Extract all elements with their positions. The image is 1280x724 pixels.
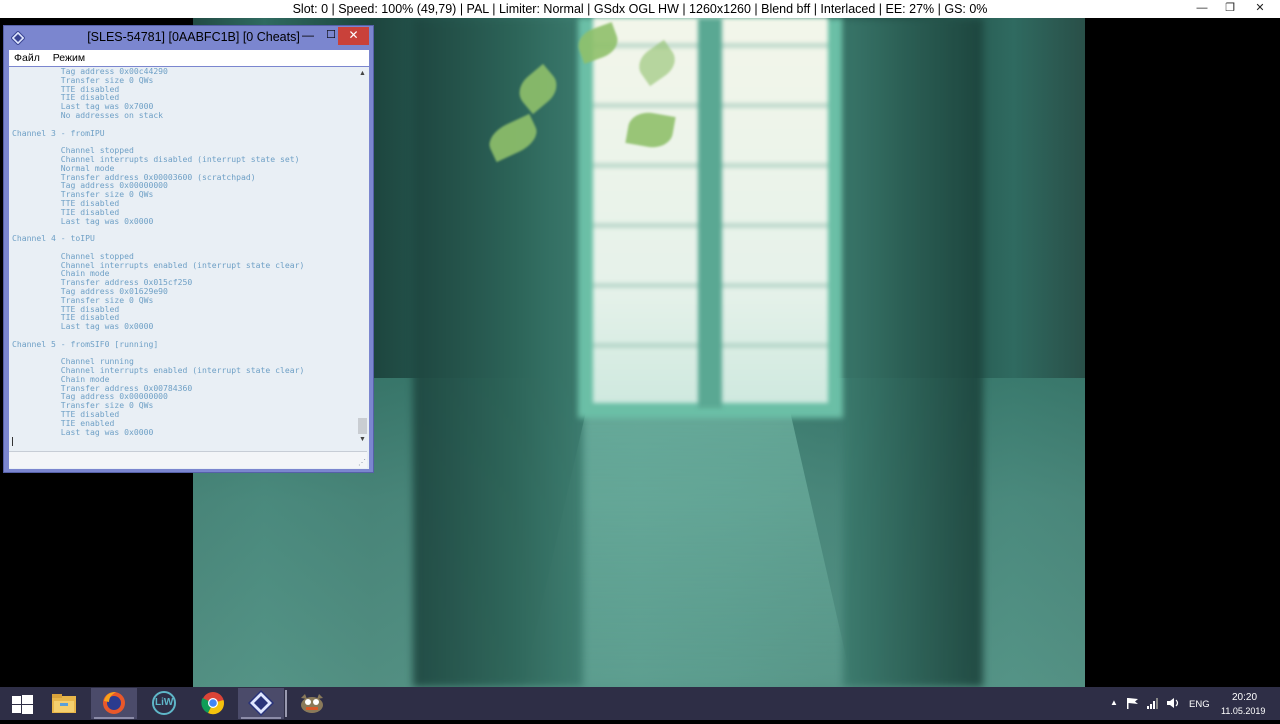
menu-file[interactable]: Файл [9, 50, 45, 66]
volume-icon[interactable] [1166, 697, 1180, 709]
clock-date[interactable]: 11.05.2019 [1221, 706, 1265, 716]
console-input[interactable]: ⋰ [9, 451, 367, 468]
taskbar-chrome[interactable] [190, 688, 236, 719]
scroll-up-icon[interactable]: ▲ [356, 69, 369, 79]
console-line: Last tag was 0x0000 [12, 215, 154, 226]
folder-icon [52, 694, 76, 713]
windows-logo-icon [12, 695, 33, 714]
console-line: Channel 4 - toIPU [12, 233, 95, 244]
menu-mode[interactable]: Режим [48, 50, 90, 66]
emulator-title: Slot: 0 | Speed: 100% (49,79) | PAL | Li… [292, 2, 988, 16]
console-scrollbar[interactable]: ▲ ▼ [356, 67, 369, 448]
console-line: No addresses on stack [12, 109, 164, 120]
console-close-button[interactable]: ✕ [338, 27, 369, 45]
start-button[interactable] [0, 688, 46, 719]
console-menubar: Файл Режим [9, 50, 369, 66]
taskbar-liw[interactable]: LiW [141, 688, 187, 719]
curtain-right [843, 18, 983, 687]
scroll-thumb[interactable] [358, 418, 367, 434]
taskbar-separator [285, 690, 287, 717]
console-log[interactable]: Tag address 0x00c44290 Transfer size 0 Q… [9, 67, 356, 448]
console-titlebar[interactable]: [SLES-54781] [0AABFC1B] [0 Cheats] — ☐ ✕ [4, 26, 373, 50]
window-mullion [698, 18, 722, 408]
console-line: Last tag was 0x0000 [12, 321, 154, 332]
scroll-down-icon[interactable]: ▼ [356, 435, 369, 445]
taskbar-gimp[interactable] [289, 688, 335, 719]
console-body: Tag address 0x00c44290 Transfer size 0 Q… [9, 67, 369, 469]
clock-time[interactable]: 20:20 [1232, 692, 1257, 703]
console-line: Channel 3 - fromIPU [12, 127, 105, 138]
console-line: Channel 5 - fromSIF0 [running] [12, 338, 159, 349]
input-language[interactable]: ENG [1189, 699, 1210, 710]
close-button[interactable]: ✕ [1246, 0, 1274, 18]
console-window[interactable]: [SLES-54781] [0AABFC1B] [0 Cheats] — ☐ ✕… [3, 25, 374, 473]
firefox-icon [103, 692, 125, 714]
resize-grip-icon[interactable]: ⋰ [358, 459, 366, 467]
restore-button[interactable]: ❐ [1216, 0, 1244, 18]
taskbar-pcsx2[interactable] [238, 688, 284, 719]
gimp-icon [301, 694, 323, 713]
emulator-titlebar[interactable]: Slot: 0 | Speed: 100% (49,79) | PAL | Li… [0, 0, 1280, 18]
pcsx2-icon [247, 689, 275, 717]
tray-overflow-icon[interactable]: ▲ [1110, 698, 1118, 707]
taskbar: LiW ▲ ENG 20:20 11.05.2019 [0, 687, 1280, 720]
console-minimize-button[interactable]: — [295, 28, 321, 45]
taskbar-file-explorer[interactable] [41, 688, 87, 719]
network-signal-icon[interactable] [1146, 697, 1160, 709]
liw-label: LiW [155, 697, 174, 708]
chrome-icon [201, 692, 224, 715]
action-center-flag-icon[interactable] [1126, 697, 1140, 709]
console-line: Last tag was 0x0000 [12, 426, 154, 437]
taskbar-firefox[interactable] [91, 688, 137, 719]
minimize-button[interactable]: — [1188, 0, 1216, 18]
leaves [484, 22, 688, 178]
text-caret [12, 437, 13, 446]
